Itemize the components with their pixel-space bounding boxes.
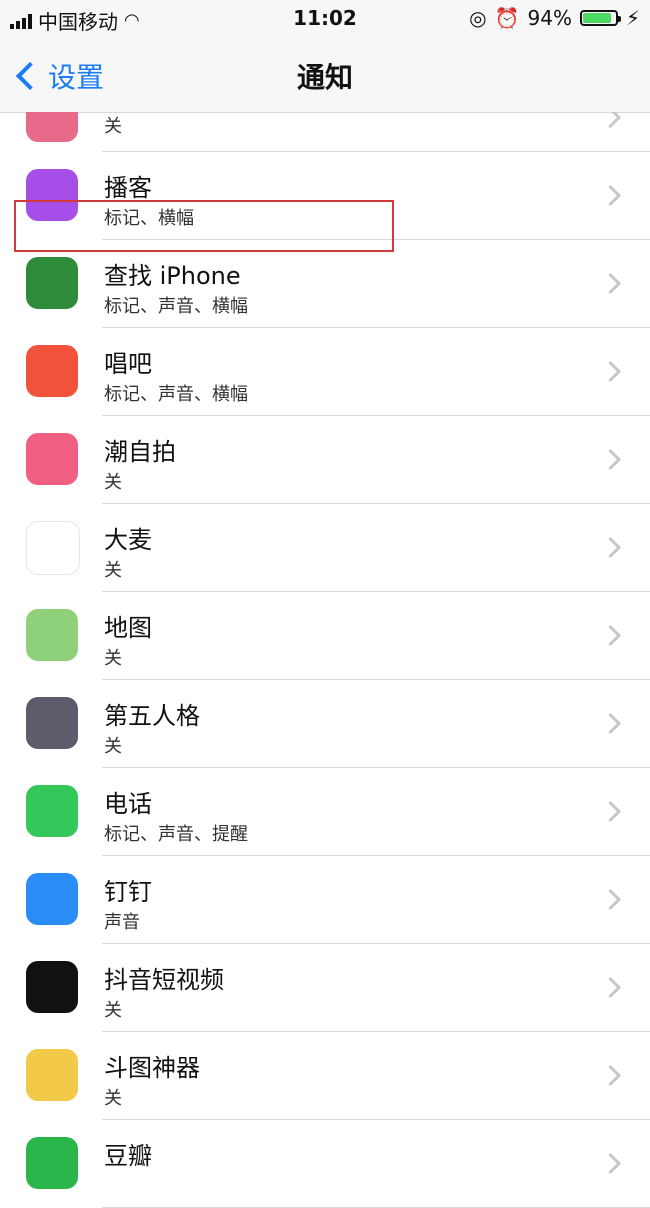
maps-icon	[26, 609, 78, 661]
list-item-subtitle: 关	[104, 648, 122, 669]
highlight-box	[14, 200, 394, 252]
status-bar: 中国移动 ◠ 11:02 ◎ ⏰ 94% ⚡	[0, 0, 650, 38]
list-item-title: 斗图神器	[104, 1054, 200, 1082]
list-item-title: 豆瓣	[104, 1142, 152, 1170]
list-item[interactable]: 地图关	[0, 592, 650, 680]
list-item-title: 查找 iPhone	[104, 262, 241, 290]
chevron-right-icon	[599, 112, 622, 129]
list-item[interactable]: 钉钉 声音	[0, 856, 650, 944]
status-right: ◎ ⏰ 94% ⚡	[469, 6, 640, 30]
doutu-icon	[26, 1049, 78, 1101]
chevron-right-icon	[599, 536, 622, 559]
battery-icon	[579, 10, 621, 26]
app-icon	[26, 112, 78, 142]
chevron-right-icon	[599, 360, 622, 383]
battery-fill	[582, 13, 612, 23]
list-item-subtitle: 关	[104, 116, 122, 137]
list-item-subtitle: 关	[104, 1088, 122, 1109]
phone-icon	[26, 785, 78, 837]
douban-icon	[26, 1137, 78, 1189]
list-item-subtitle: 关	[104, 560, 122, 581]
battery-percent: 94%	[527, 6, 572, 30]
douyin-icon	[26, 961, 78, 1013]
list-item-title: 电话	[104, 790, 152, 818]
chevron-right-icon	[599, 624, 622, 647]
list-item-subtitle: 标记、声音、横幅	[104, 384, 248, 405]
list-item[interactable]: 大麦关	[0, 504, 650, 592]
chevron-right-icon	[599, 976, 622, 999]
list-item[interactable]: 电话标记、声音、提醒	[0, 768, 650, 856]
list-item-subtitle: 标记、声音、横幅	[104, 296, 248, 317]
list-item[interactable]: 查找 iPhone 标记、声音、横幅	[0, 240, 650, 328]
list-item-subtitle: 标记、声音、提醒	[104, 824, 248, 845]
chevron-right-icon	[599, 800, 622, 823]
list-item[interactable]: 潮自拍关	[0, 416, 650, 504]
chevron-right-icon	[599, 1152, 622, 1175]
list-item[interactable]: 豆瓣	[0, 1120, 650, 1208]
notification-app-list: 播客 标记、横幅 查找 iPhone 标记、声音、横幅 唱吧 标记、声音、横幅 潮自拍关大麦…	[0, 152, 650, 1208]
list-item[interactable]: 抖音短视频关	[0, 944, 650, 1032]
page-title: 通知	[296, 61, 353, 94]
chevron-right-icon	[599, 448, 622, 471]
chevron-right-icon	[599, 888, 622, 911]
chevron-right-icon	[599, 1064, 622, 1087]
chevron-right-icon	[599, 272, 622, 295]
chaozipai-icon	[26, 433, 78, 485]
charging-icon: ⚡	[625, 6, 640, 30]
list-item-partial[interactable]: 关	[0, 112, 650, 152]
list-item-title: 第五人格	[104, 702, 200, 730]
changba-icon	[26, 345, 78, 397]
orientation-lock-icon: ◎	[469, 6, 487, 30]
alarm-icon: ⏰	[494, 6, 520, 30]
list-item-subtitle: 关	[104, 1000, 122, 1021]
list-item-title: 大麦	[104, 526, 152, 554]
list-item-title: 唱吧	[104, 350, 152, 378]
damai-icon	[26, 521, 80, 575]
list-item-title: 播客	[104, 174, 152, 202]
list-item-title: 抖音短视频	[104, 966, 224, 994]
chevron-right-icon	[599, 184, 622, 207]
list-item-subtitle: 声音	[104, 912, 140, 933]
list-item[interactable]: 斗图神器关	[0, 1032, 650, 1120]
list-item-subtitle: 关	[104, 736, 122, 757]
dingtalk-icon	[26, 873, 78, 925]
identity-v-icon	[26, 697, 78, 749]
list-item-title: 钉钉	[104, 878, 152, 906]
list-item-subtitle: 关	[104, 472, 122, 493]
navigation-bar: 设置 通知	[0, 38, 650, 113]
chevron-right-icon	[599, 712, 622, 735]
list-item-title: 潮自拍	[104, 438, 176, 466]
list-item[interactable]: 第五人格关	[0, 680, 650, 768]
list-item-title: 地图	[104, 614, 152, 642]
find-iphone-icon	[26, 257, 78, 309]
list-item[interactable]: 唱吧标记、声音、横幅	[0, 328, 650, 416]
